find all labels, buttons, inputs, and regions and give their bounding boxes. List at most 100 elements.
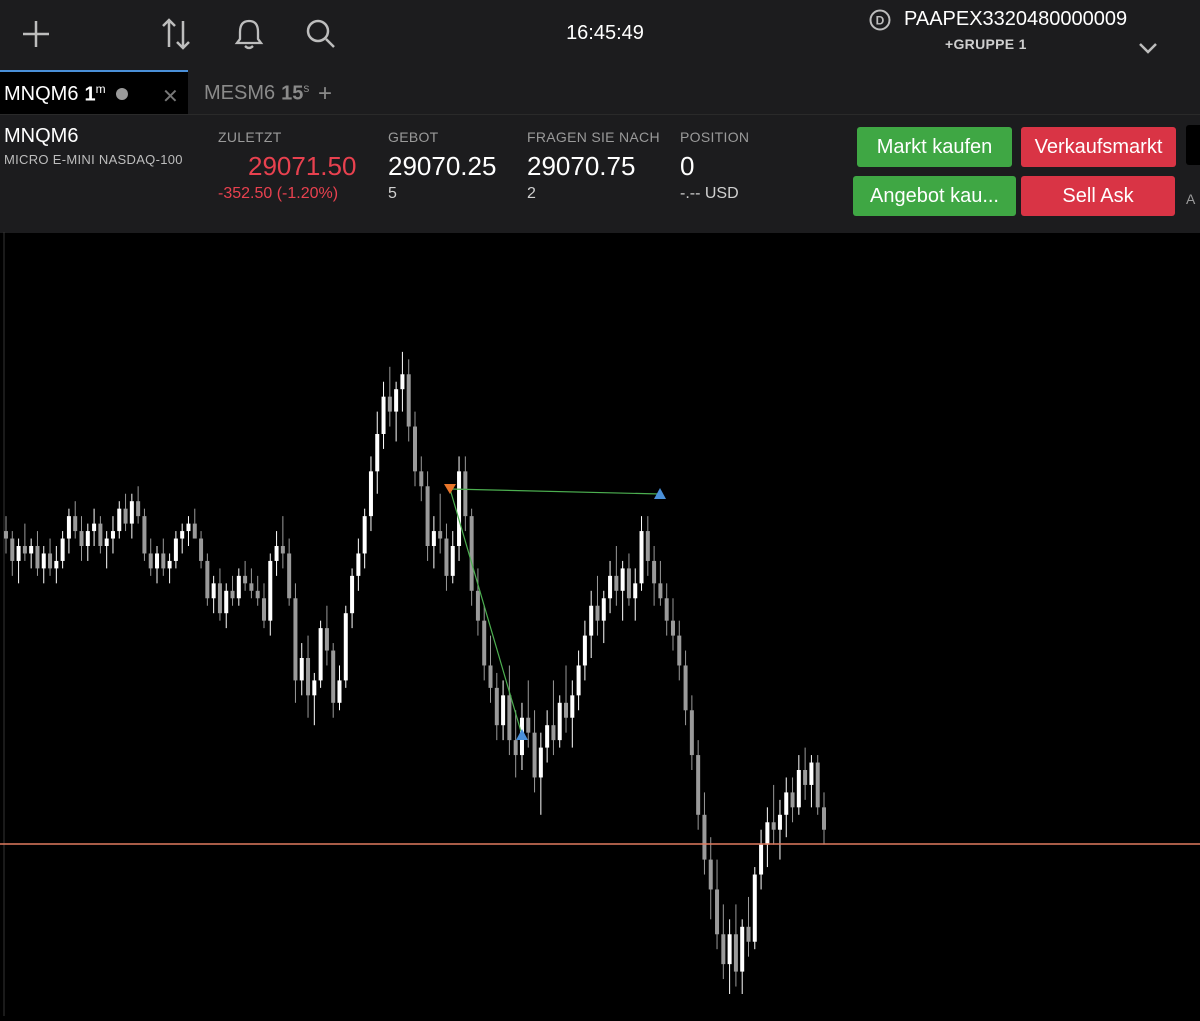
candle-body [689,710,694,756]
market-sell-button[interactable]: Verkaufsmarkt [1021,127,1176,167]
candle-body [110,531,115,539]
candle-body [35,546,40,569]
candle-body [142,516,147,554]
quote-symbol: MNQM6 [4,125,79,147]
candle-body [727,934,732,965]
candle-body [570,695,575,718]
account-group[interactable]: +GRUPPE 1 [945,36,1027,52]
candle-body [236,575,241,599]
candle-body [230,590,235,599]
add-icon[interactable] [16,14,56,54]
candle-body [501,695,506,726]
candle-body [482,620,487,666]
search-icon[interactable] [301,14,341,54]
candle-body [576,665,581,696]
candle-body [161,553,166,569]
candle-body [658,583,663,599]
candle-body [217,583,222,614]
candle-body [431,531,436,546]
swap-icon[interactable] [157,14,197,54]
status-dot [115,88,128,100]
candle-body [155,553,160,569]
candle-body [148,553,153,569]
candle-body [249,583,254,591]
account-name[interactable]: PAAPEX3320480000009 [904,8,1127,31]
candle-body [287,553,292,599]
candle-body [117,508,122,532]
bid-buy-button[interactable]: Angebot kau... [853,176,1016,216]
candle-body [463,471,468,517]
candle-body [381,396,386,434]
candle-body [715,889,720,935]
candle-body [626,568,631,599]
candle-body [312,680,317,696]
candle-body [280,546,285,554]
candle-body [633,583,638,599]
candle-body [60,538,65,561]
candle-body [564,702,569,718]
candle-body [589,605,594,636]
candle-body [815,762,820,808]
candle-body [752,874,757,942]
tab-mnqm6[interactable]: MNQM6 1m ✕ [0,70,188,116]
market-buy-button[interactable]: Markt kaufen [857,127,1012,167]
candle-body [22,546,27,554]
candle-body [670,620,675,636]
candle-body [614,575,619,591]
candle-body [98,523,103,546]
candle-body [268,560,273,621]
candle-body [85,531,90,546]
candle-body [765,822,770,845]
overflow-button[interactable] [1186,125,1200,165]
svg-text:D: D [876,14,885,28]
candlestick-chart[interactable] [0,232,1200,1016]
candle-body [243,575,248,584]
overflow-label: A [1186,191,1196,207]
add-tab-icon[interactable]: + [318,80,332,108]
candle-body [645,531,650,561]
blue-marker-icon [516,729,528,740]
tab-mesm6[interactable]: MESM6 15s [200,72,309,114]
candle-body [356,553,361,576]
candle-body [180,531,185,539]
candle-body [507,695,512,741]
candle-body [488,665,493,688]
chevron-down-icon[interactable] [1136,38,1160,58]
candle-body [48,553,53,569]
drawing-leg-across [449,488,661,495]
candle-body [224,590,229,614]
sell-ask-button[interactable]: Sell Ask [1021,176,1175,216]
candle-body [419,471,424,487]
candle-body [306,658,311,696]
bell-icon[interactable] [229,14,269,54]
candle-body [796,770,801,808]
position-label: POSITION [680,129,750,145]
candle-body [809,762,814,785]
close-icon[interactable]: ✕ [162,84,179,109]
candle-body [29,546,34,554]
last-price: 29071.50 [248,151,357,181]
bid-label: GEBOT [388,129,439,145]
candle-body [639,531,644,584]
candle-body [538,747,543,778]
candle-body [10,538,15,561]
ask-size: 2 [527,185,536,202]
candle-body [261,598,266,621]
candle-body [771,822,776,830]
quote-panel: MNQM6 MICRO E-MINI NASDAQ-100 ZULETZT 29… [0,114,1200,233]
candle-body [318,628,323,681]
candle-body [777,814,782,830]
candle-body [167,560,172,569]
candle-body [343,613,348,681]
candle-body [274,546,279,561]
tab-symbol: MNQM6 [4,82,79,105]
price-chart[interactable] [0,232,1200,1016]
candle-body [255,590,260,599]
candle-body [475,590,480,621]
candle-body [532,732,537,778]
candle-body [444,538,449,576]
candle-body [733,934,738,972]
candle-body [362,516,367,554]
clock: 16:45:49 [566,22,644,44]
candle-body [551,725,556,741]
